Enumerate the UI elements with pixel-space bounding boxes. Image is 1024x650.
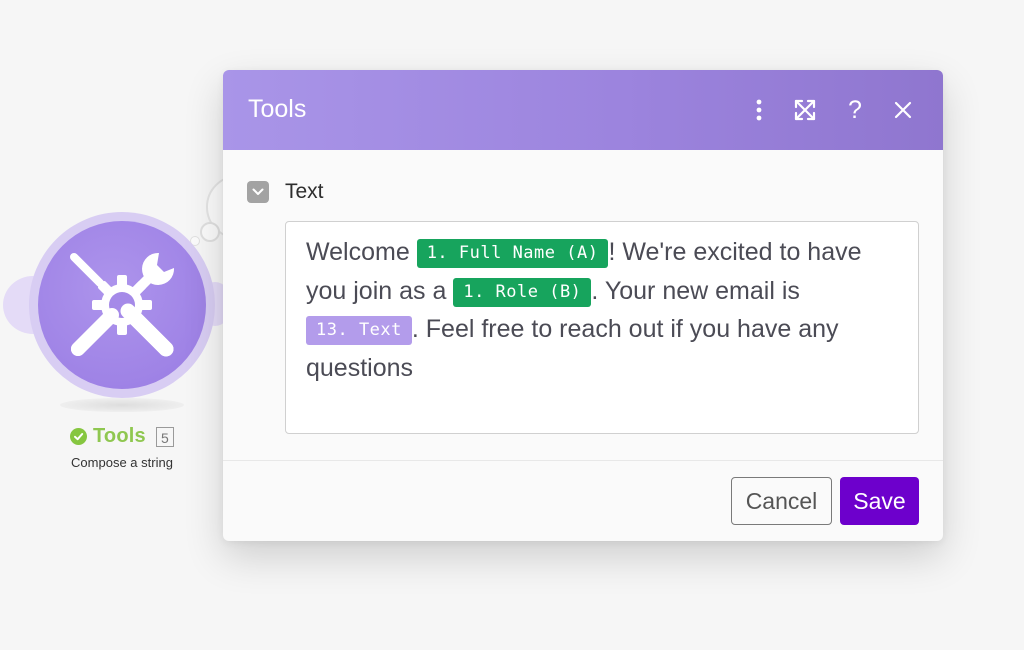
- footer-divider: [223, 460, 943, 461]
- module-title-row: Tools 5: [70, 425, 174, 448]
- variable-pill-text[interactable]: 13. Text: [306, 316, 412, 345]
- field-collapse-toggle[interactable]: [247, 181, 269, 203]
- save-button[interactable]: Save: [840, 477, 919, 525]
- more-vertical-icon: [756, 99, 762, 121]
- chevron-down-icon: [252, 188, 264, 195]
- scenario-canvas[interactable]: Tools 5 Compose a string Tools ? Text We…: [0, 0, 1024, 650]
- module-subtitle: Compose a string: [71, 455, 173, 470]
- close-icon: [894, 101, 912, 119]
- module-circle[interactable]: [38, 221, 206, 389]
- thought-bubble-small: [200, 222, 220, 242]
- dialog-header[interactable]: Tools ?: [223, 70, 943, 150]
- expand-icon: [794, 99, 816, 121]
- module-id-badge: 5: [155, 426, 174, 447]
- help-icon: ?: [848, 95, 862, 124]
- close-button[interactable]: [888, 95, 918, 125]
- module-title: Tools: [93, 425, 146, 447]
- text-segment: . Your new email is: [591, 276, 800, 305]
- dialog-title: Tools: [248, 95, 307, 123]
- help-button[interactable]: ?: [840, 95, 870, 125]
- more-options-button[interactable]: [744, 95, 774, 125]
- check-circle-icon: [70, 428, 87, 445]
- variable-pill-role[interactable]: 1. Role (B): [453, 277, 592, 307]
- module-shadow: [60, 398, 184, 412]
- expand-button[interactable]: [790, 95, 820, 125]
- text-segment: Welcome: [306, 238, 417, 266]
- dialog-body: Text Welcome 1. Full Name (A)! We're exc…: [223, 150, 943, 460]
- cancel-button[interactable]: Cancel: [731, 477, 832, 525]
- variable-pill-full-name[interactable]: 1. Full Name (A): [416, 239, 609, 268]
- module-settings-dialog: Tools ? Text Welcome 1. Full Name (A) ! …: [223, 70, 943, 541]
- module-node[interactable]: Tools 5 Compose a string: [0, 170, 270, 490]
- text-field-label: Text: [285, 180, 324, 203]
- tools-icon: [70, 252, 175, 357]
- text-field-editor[interactable]: Welcome 1. Full Name (A)! We're excited …: [285, 221, 919, 434]
